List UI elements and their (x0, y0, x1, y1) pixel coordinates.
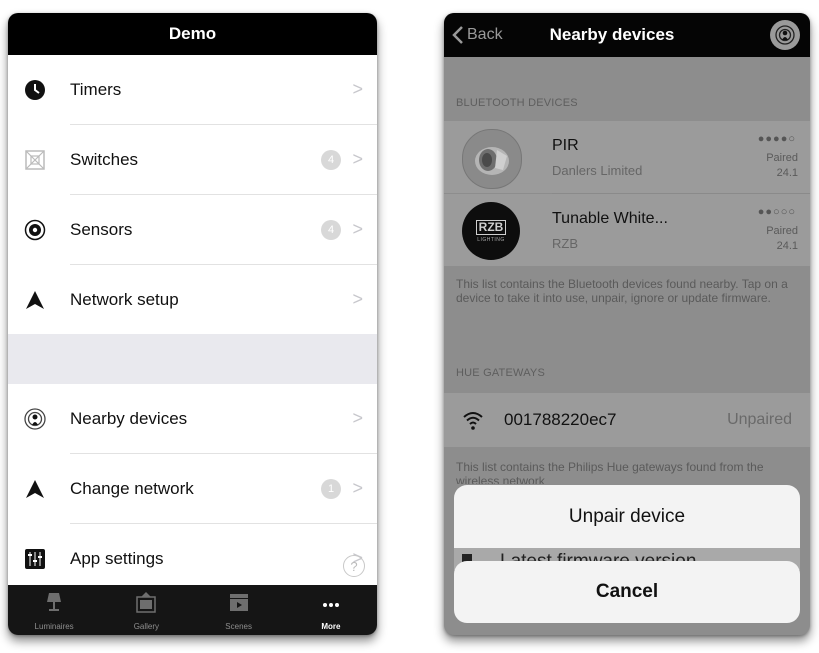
tab-gallery[interactable]: Gallery (100, 585, 192, 635)
device-row-rzb[interactable]: RZB LIGHTING Tunable White... RZB ●●○○○ … (444, 194, 810, 266)
device-row-pir[interactable]: PIR Danlers Limited ●●●●○ Paired 24.1 (444, 121, 810, 193)
tab-label: Scenes (225, 622, 252, 631)
section-header: BLUETOOTH DEVICES (456, 97, 578, 109)
menu-item-label: Nearby devices (70, 408, 188, 428)
menu-item-app-settings[interactable]: App settings > (8, 524, 377, 593)
network-icon (24, 289, 46, 311)
menu-item-label: Sensors (70, 219, 133, 239)
page-title: Nearby devices (549, 25, 675, 44)
count-badge: 1 (321, 478, 341, 499)
menu-item-timers[interactable]: Timers > (8, 55, 377, 124)
gallery-icon (135, 591, 157, 618)
device-status: Paired 24.1 (766, 224, 798, 254)
more-icon (320, 591, 342, 618)
chevron-right-icon: > (352, 408, 363, 428)
chevron-right-icon: > (352, 289, 363, 309)
nearby-devices-icon[interactable] (770, 20, 800, 50)
pair-status: Paired (766, 225, 798, 237)
chevron-right-icon: > (352, 478, 363, 498)
device-name: PIR (552, 137, 579, 154)
count-badge: 4 (321, 219, 341, 240)
tab-label: Gallery (133, 622, 160, 631)
firmware-version: 24.1 (776, 167, 798, 179)
chevron-right-icon: > (352, 79, 363, 99)
gateway-status: Unpaired (727, 411, 792, 428)
help-icon[interactable]: ? (343, 555, 365, 577)
section-header: HUE GATEWAYS (456, 367, 545, 379)
chevron-right-icon: > (352, 149, 363, 169)
nav-bar: Back Nearby devices (444, 13, 810, 57)
tab-luminaires[interactable]: Luminaires (8, 585, 100, 635)
nearby-devices-screen: Back Nearby devices BLUETOOTH DEVICES PI… (444, 13, 810, 635)
rzb-logo: RZB LIGHTING (462, 202, 520, 260)
nearby-devices-icon (24, 407, 46, 430)
menu-item-label: App settings (70, 548, 164, 568)
tab-bar: Luminaires Gallery Scenes More (8, 585, 377, 635)
menu-item-label: Change network (70, 478, 194, 498)
lamp-icon (44, 591, 64, 618)
menu-item-label: Timers (70, 79, 122, 99)
settings-sliders-icon (24, 548, 46, 570)
page-title: Demo (168, 24, 217, 43)
unpair-device-button[interactable]: Unpair device (454, 485, 800, 548)
menu-item-network-setup[interactable]: Network setup > (8, 265, 377, 334)
more-menu-screen: Demo Timers > Switches 4 > Sensors 4 > N… (8, 13, 377, 635)
device-maker: Danlers Limited (552, 163, 643, 178)
tab-label: Luminaires (34, 622, 74, 631)
nav-bar: Demo (8, 13, 377, 55)
section-footer: This list contains the Philips Hue gatew… (456, 460, 764, 484)
tab-more[interactable]: More (285, 585, 377, 635)
count-badge: 4 (321, 149, 341, 170)
signal-strength: ●●○○○ (757, 206, 796, 218)
menu-item-sensors[interactable]: Sensors 4 > (8, 195, 377, 264)
clock-icon (24, 79, 46, 101)
menu-item-label: Switches (70, 149, 139, 169)
menu-item-label: Network setup (70, 289, 179, 309)
device-maker: RZB (552, 236, 578, 251)
menu-item-change-network[interactable]: Change network 1 > (8, 454, 377, 523)
section-footer: This list contains the Bluetooth devices… (456, 277, 788, 305)
device-name: Tunable White... (552, 210, 668, 227)
tab-label: More (321, 622, 341, 631)
firmware-version: 24.1 (776, 240, 798, 252)
rzb-logo-text: RZB (475, 219, 507, 235)
cancel-button[interactable]: Cancel (454, 561, 800, 623)
wifi-icon (462, 409, 484, 436)
menu-item-nearby-devices[interactable]: Nearby devices > (8, 384, 377, 453)
section-gap (8, 334, 377, 384)
pir-sensor-icon (462, 129, 522, 189)
switch-icon (24, 149, 46, 171)
signal-strength: ●●●●○ (757, 133, 796, 145)
gateway-id: 001788220ec7 (504, 410, 617, 429)
scenes-icon (228, 591, 250, 618)
pair-status: Paired (766, 152, 798, 164)
hue-gateway-row[interactable]: 001788220ec7 Unpaired (444, 393, 810, 447)
menu-item-switches[interactable]: Switches 4 > (8, 125, 377, 194)
chevron-right-icon: > (352, 219, 363, 239)
device-status: Paired 24.1 (766, 151, 798, 181)
network-icon (24, 478, 46, 500)
tab-scenes[interactable]: Scenes (193, 585, 285, 635)
rzb-logo-subtext: LIGHTING (477, 236, 505, 243)
sensor-icon (24, 219, 46, 241)
